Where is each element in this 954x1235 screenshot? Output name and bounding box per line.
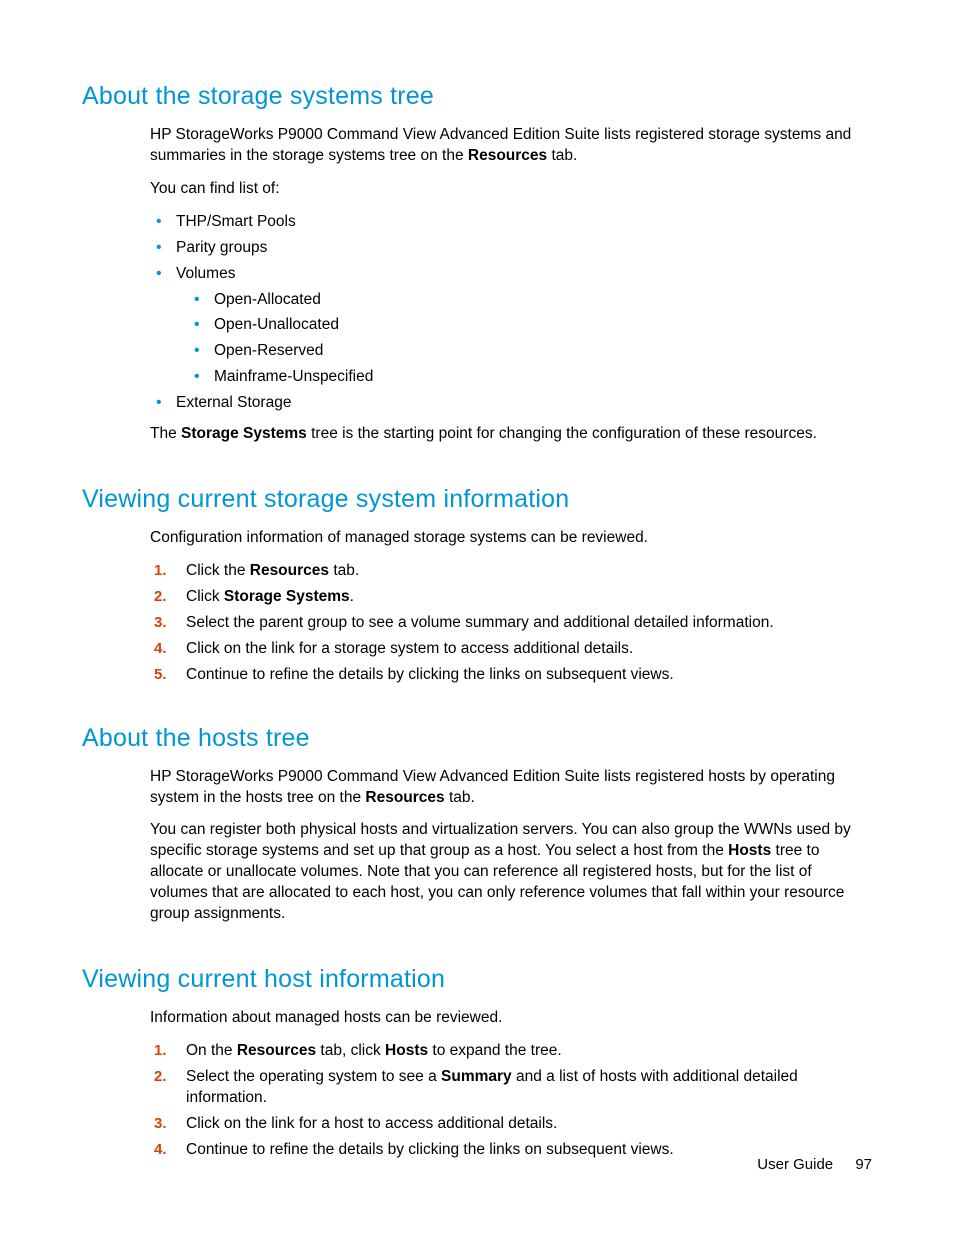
step-item: Click Storage Systems. (150, 587, 872, 608)
list-item-text: Open-Reserved (214, 342, 323, 359)
ordered-steps: On the Resources tab, click Hosts to exp… (150, 1041, 872, 1161)
list-item-text: Parity groups (176, 239, 267, 256)
step-item: On the Resources tab, click Hosts to exp… (150, 1041, 872, 1062)
section-body: HP StorageWorks P9000 Command View Advan… (150, 125, 872, 445)
paragraph: Information about managed hosts can be r… (150, 1008, 872, 1029)
ordered-steps: Click the Resources tab. Click Storage S… (150, 561, 872, 686)
paragraph: You can find list of: (150, 179, 872, 200)
step-item: Select the parent group to see a volume … (150, 613, 872, 634)
section-body: HP StorageWorks P9000 Command View Advan… (150, 767, 872, 925)
list-item-text: Volumes (176, 265, 235, 282)
step-item: Click the Resources tab. (150, 561, 872, 582)
section-heading: About the storage systems tree (82, 82, 872, 111)
list-item: THP/Smart Pools (150, 212, 872, 233)
list-item-text: Open-Allocated (214, 291, 321, 308)
paragraph: The Storage Systems tree is the starting… (150, 424, 872, 445)
page-footer: User Guide 97 (757, 1156, 872, 1173)
bullet-list-nested: Open-Allocated Open-Unallocated Open-Res… (188, 290, 872, 389)
list-item: External Storage (150, 393, 872, 414)
section-heading: Viewing current storage system informati… (82, 485, 872, 514)
paragraph: Configuration information of managed sto… (150, 528, 872, 549)
content: About the storage systems tree HP Storag… (82, 82, 872, 1161)
list-item: Open-Reserved (188, 341, 872, 362)
list-item: Parity groups (150, 238, 872, 259)
bullet-list: THP/Smart Pools Parity groups Volumes Op… (150, 212, 872, 414)
footer-label: User Guide (757, 1156, 833, 1173)
paragraph: HP StorageWorks P9000 Command View Advan… (150, 125, 872, 167)
step-item: Click on the link for a storage system t… (150, 639, 872, 660)
section-heading: Viewing current host information (82, 965, 872, 994)
list-item-text: THP/Smart Pools (176, 213, 296, 230)
step-item: Click on the link for a host to access a… (150, 1114, 872, 1135)
section-body: Configuration information of managed sto… (150, 528, 872, 686)
list-item-text: External Storage (176, 394, 291, 411)
step-item: Continue to refine the details by clicki… (150, 665, 872, 686)
list-item: Open-Unallocated (188, 315, 872, 336)
list-item-text: Open-Unallocated (214, 316, 339, 333)
paragraph: HP StorageWorks P9000 Command View Advan… (150, 767, 872, 809)
page-number: 97 (855, 1156, 872, 1173)
section-heading: About the hosts tree (82, 724, 872, 753)
page: About the storage systems tree HP Storag… (0, 0, 954, 1235)
section-body: Information about managed hosts can be r… (150, 1008, 872, 1161)
list-item: Open-Allocated (188, 290, 872, 311)
step-item: Select the operating system to see a Sum… (150, 1067, 872, 1109)
list-item: Volumes Open-Allocated Open-Unallocated … (150, 264, 872, 389)
paragraph: You can register both physical hosts and… (150, 820, 872, 925)
list-item-text: Mainframe-Unspecified (214, 368, 373, 385)
list-item: Mainframe-Unspecified (188, 367, 872, 388)
